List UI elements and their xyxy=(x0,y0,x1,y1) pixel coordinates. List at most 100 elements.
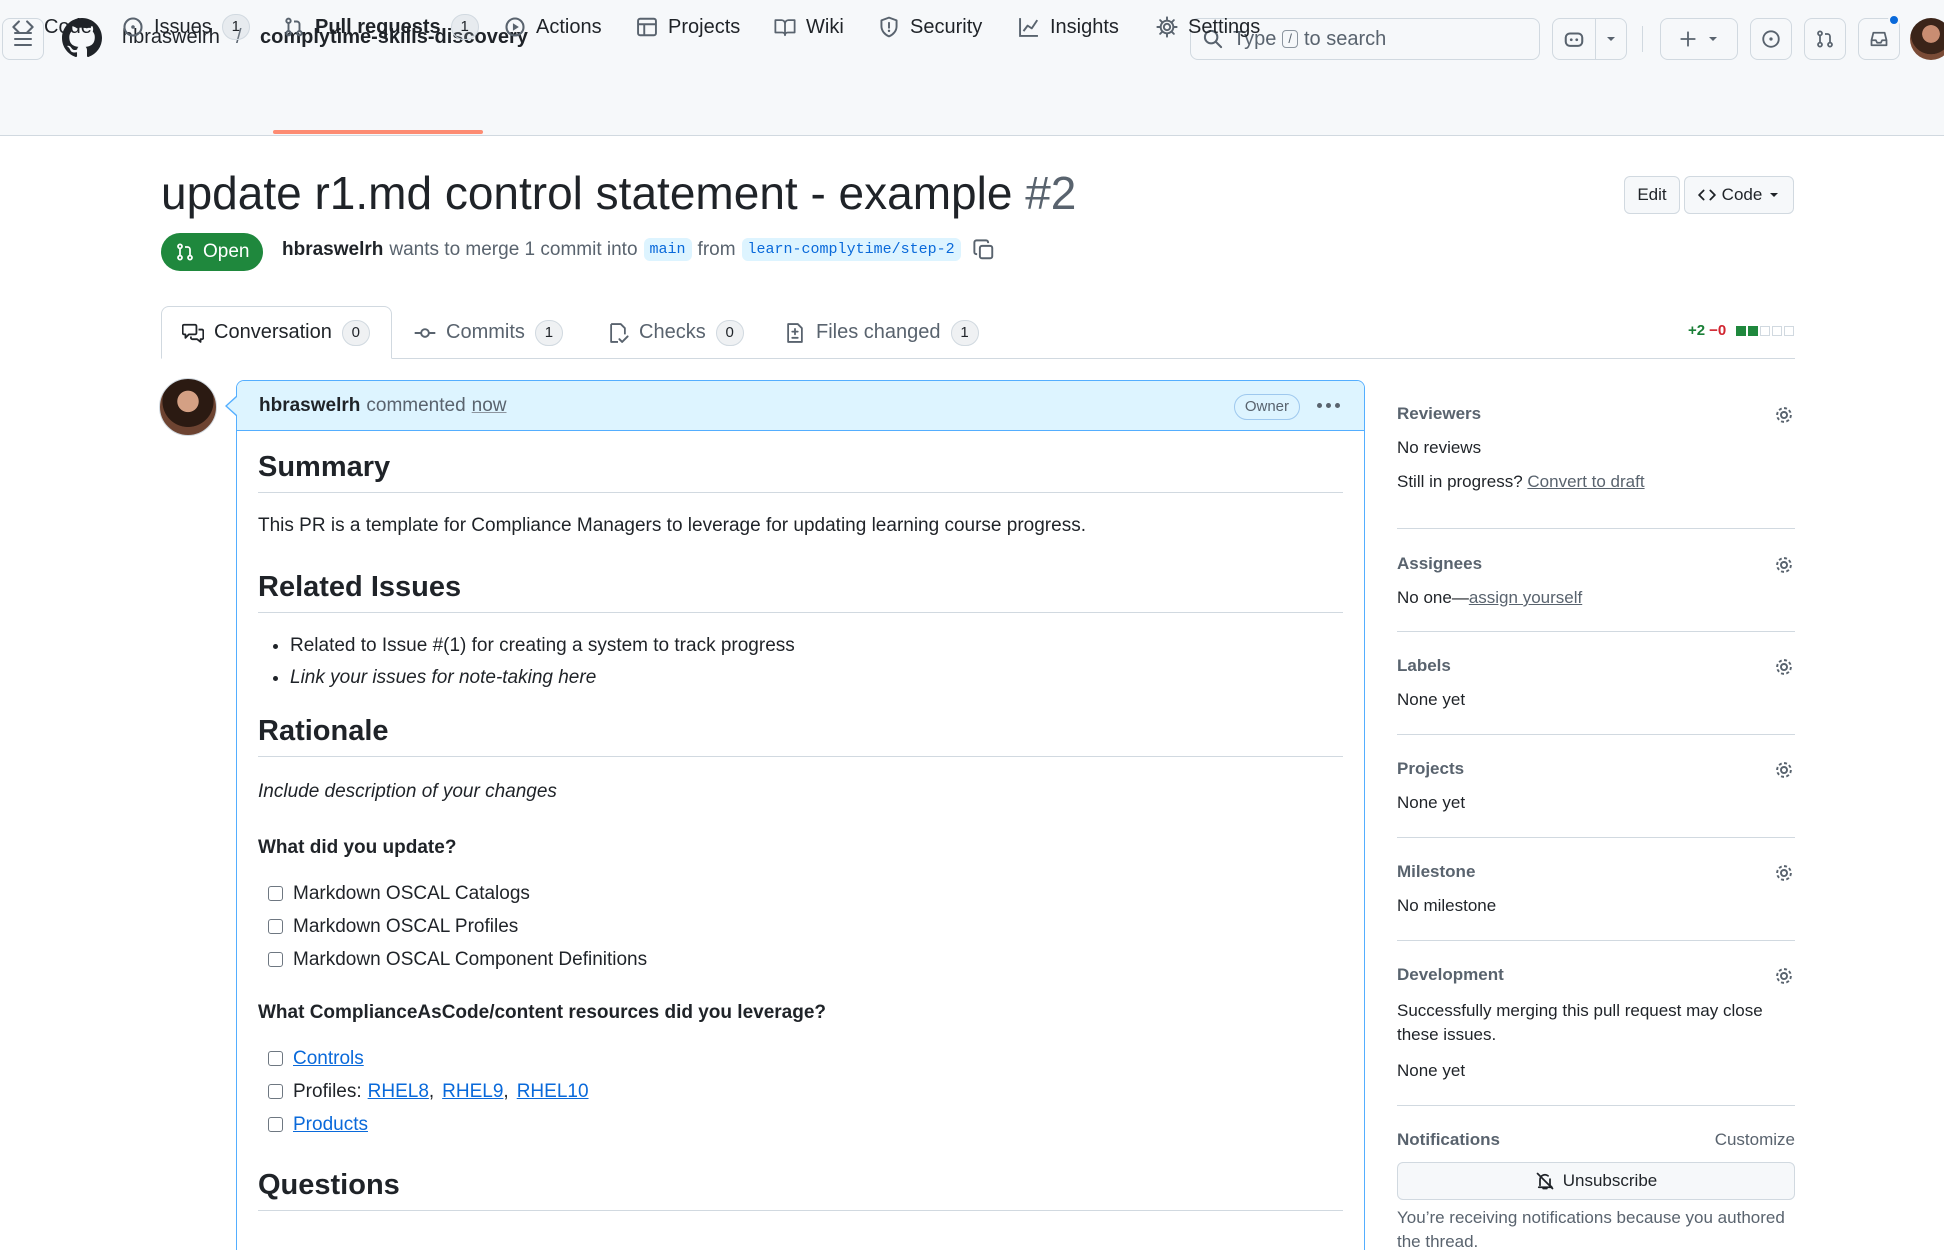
base-branch[interactable]: main xyxy=(643,238,692,261)
tab-commits[interactable]: Commits 1 xyxy=(414,306,563,359)
nav-issues[interactable]: Issues 1 xyxy=(122,0,250,54)
sidebar-divider xyxy=(1397,940,1795,941)
list-item: Link your issues for note-taking here xyxy=(290,667,1343,689)
comment-discussion-icon xyxy=(182,323,204,343)
copilot-icon xyxy=(1564,32,1584,47)
code-icon xyxy=(1697,189,1716,201)
user-avatar[interactable] xyxy=(1910,18,1944,60)
comment-body: Summary This PR is a template for Compli… xyxy=(237,451,1364,1211)
task-label: Markdown OSCAL Component Definitions xyxy=(293,948,648,970)
pr-merge-text: wants to merge 1 commit into xyxy=(389,238,638,260)
task-checkbox[interactable] xyxy=(268,919,283,934)
labels-title[interactable]: Labels xyxy=(1397,656,1795,676)
head-branch[interactable]: learn-complytime/step-2 xyxy=(741,238,961,261)
copilot-button[interactable] xyxy=(1552,18,1596,60)
create-new-button[interactable] xyxy=(1660,18,1738,60)
assignees-value: No one—assign yourself xyxy=(1397,588,1795,608)
copy-icon[interactable] xyxy=(973,238,995,261)
tab-conversation-label: Conversation xyxy=(214,321,332,343)
header-divider xyxy=(1642,26,1643,52)
task-checkbox[interactable] xyxy=(268,952,283,967)
tab-conversation[interactable]: Conversation 0 xyxy=(161,306,392,359)
projects-value: None yet xyxy=(1397,793,1466,812)
nav-projects-label: Projects xyxy=(668,15,741,38)
nav-pull-requests-label: Pull requests xyxy=(315,15,441,38)
your-pull-requests-button[interactable] xyxy=(1804,18,1846,60)
rationale-heading: Rationale xyxy=(258,715,1343,757)
chevron-down-icon xyxy=(1709,37,1717,41)
products-link[interactable]: Products xyxy=(293,1114,368,1136)
task-checkbox[interactable] xyxy=(268,1084,283,1099)
labels-value: None yet xyxy=(1397,690,1466,709)
task-checkbox[interactable] xyxy=(268,1051,283,1066)
pr-description-comment: hbraswelrh commented now Owner Summary T… xyxy=(236,380,1365,1250)
reviewers-title[interactable]: Reviewers xyxy=(1397,404,1795,424)
code-button-label: Code xyxy=(1721,185,1763,204)
milestone-section: Milestone No milestone xyxy=(1397,862,1795,916)
tab-commits-label: Commits xyxy=(446,321,525,343)
pr-state-badge: Open xyxy=(161,233,264,271)
unsubscribe-label: Unsubscribe xyxy=(1562,1171,1658,1190)
assign-yourself-link[interactable]: assign yourself xyxy=(1469,588,1582,607)
projects-title[interactable]: Projects xyxy=(1397,759,1795,779)
task-item: Profiles: RHEL8, RHEL9, RHEL10 xyxy=(258,1075,1343,1108)
assignees-title[interactable]: Assignees xyxy=(1397,554,1795,574)
nav-code[interactable]: Code xyxy=(12,0,92,54)
diffstat-deletions: −0 xyxy=(1709,322,1727,339)
code-dropdown-button[interactable]: Code xyxy=(1684,176,1794,214)
copilot-menu-button[interactable] xyxy=(1595,18,1627,60)
nav-projects[interactable]: Projects xyxy=(636,0,740,54)
comment-author-avatar[interactable] xyxy=(159,378,217,436)
update-checklist: Markdown OSCAL Catalogs Markdown OSCAL P… xyxy=(258,877,1343,976)
reviewers-value: No reviews xyxy=(1397,438,1482,457)
gear-icon[interactable] xyxy=(1773,965,1795,987)
task-checkbox[interactable] xyxy=(268,1117,283,1132)
rhel8-link[interactable]: RHEL8 xyxy=(368,1081,429,1103)
gear-icon[interactable] xyxy=(1773,759,1795,781)
pr-author-link[interactable]: hbraswelrh xyxy=(282,239,383,261)
comment-author[interactable]: hbraswelrh xyxy=(259,395,360,417)
nav-insights[interactable]: Insights xyxy=(1018,0,1119,54)
nav-wiki[interactable]: Wiki xyxy=(774,0,844,54)
edit-title-button[interactable]: Edit xyxy=(1624,176,1680,214)
nav-settings[interactable]: Settings xyxy=(1156,0,1260,54)
active-tab-indicator xyxy=(273,130,483,134)
gear-icon[interactable] xyxy=(1773,404,1795,426)
summary-text: This PR is a template for Compliance Man… xyxy=(258,515,1086,536)
kebab-horizontal-icon[interactable] xyxy=(1317,403,1340,408)
tab-files-changed[interactable]: Files changed 1 xyxy=(784,306,979,359)
comment-action: commented xyxy=(366,394,466,416)
development-title[interactable]: Development xyxy=(1397,965,1795,985)
rhel9-link[interactable]: RHEL9 xyxy=(442,1081,503,1103)
gear-icon[interactable] xyxy=(1773,554,1795,576)
convert-to-draft-link[interactable]: Convert to draft xyxy=(1527,472,1644,491)
your-issues-button[interactable] xyxy=(1750,18,1792,60)
rhel10-link[interactable]: RHEL10 xyxy=(517,1081,589,1103)
customize-notifications-link[interactable]: Customize xyxy=(1715,1130,1795,1150)
task-checkbox[interactable] xyxy=(268,886,283,901)
task-item: Markdown OSCAL Catalogs xyxy=(258,877,1343,910)
chevron-down-icon xyxy=(1770,193,1779,197)
related-issues-list: Related to Issue #(1) for creating a sys… xyxy=(258,635,1343,689)
global-header: hbraswelrh / complytime-skills-discovery… xyxy=(0,0,1944,136)
nav-pull-requests-count: 1 xyxy=(450,14,479,40)
nav-pull-requests[interactable]: Pull requests 1 xyxy=(283,0,479,54)
chevron-down-icon xyxy=(1607,37,1615,41)
gear-icon[interactable] xyxy=(1773,656,1795,678)
milestone-title[interactable]: Milestone xyxy=(1397,862,1795,882)
nav-security[interactable]: Security xyxy=(878,0,982,54)
sidebar-divider xyxy=(1397,631,1795,632)
nav-issues-count: 1 xyxy=(221,14,250,40)
development-section: Development Successfully merging this pu… xyxy=(1397,965,1795,1081)
nav-wiki-label: Wiki xyxy=(806,15,844,38)
nav-actions[interactable]: Actions xyxy=(504,0,602,54)
milestone-value: No milestone xyxy=(1397,896,1497,915)
comment-header: hbraswelrh commented now Owner xyxy=(237,381,1364,431)
controls-link[interactable]: Controls xyxy=(293,1048,364,1070)
unsubscribe-button[interactable]: Unsubscribe xyxy=(1397,1162,1795,1200)
unread-indicator xyxy=(1888,14,1900,26)
resources-question: What ComplianceAsCode/content resources … xyxy=(258,1002,827,1023)
comment-timestamp[interactable]: now xyxy=(472,395,507,417)
gear-icon[interactable] xyxy=(1773,862,1795,884)
tab-checks[interactable]: Checks 0 xyxy=(607,306,744,359)
